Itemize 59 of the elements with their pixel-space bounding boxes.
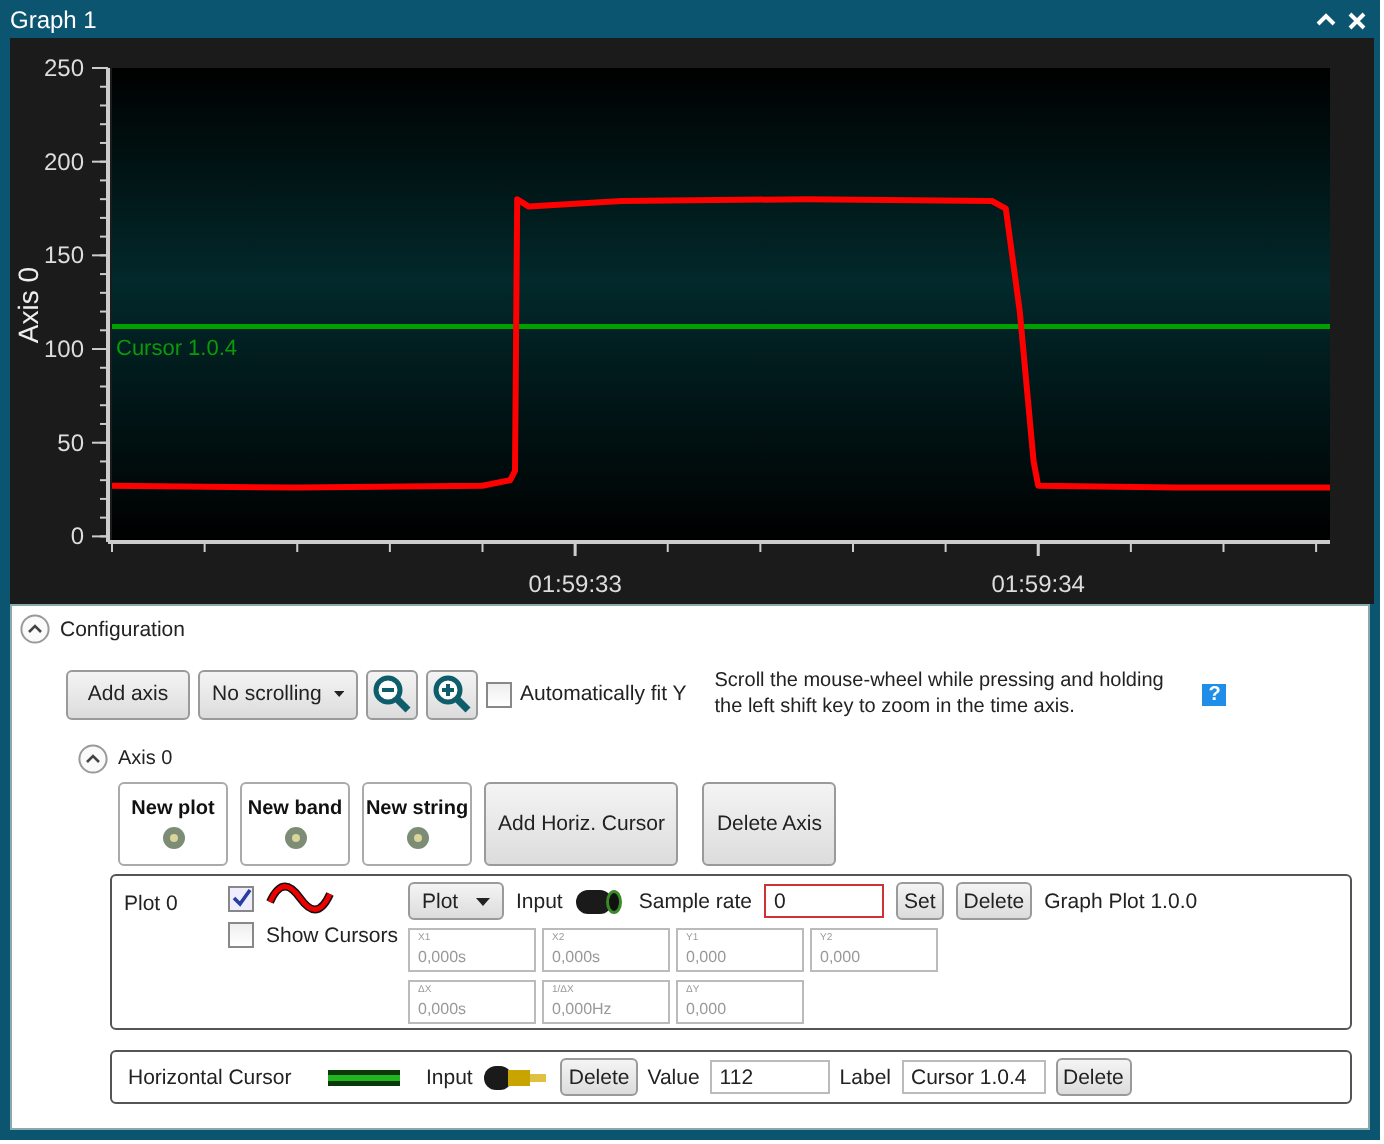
checkbox-label: Automatically fit Y <box>520 682 687 706</box>
y-tick-label: 100 <box>43 335 84 364</box>
section-title: Configuration <box>60 617 185 641</box>
input-label: Input <box>426 1065 473 1089</box>
zoom-out-icon <box>372 674 412 714</box>
delete-button[interactable]: Delete <box>1055 1058 1132 1096</box>
knob-icon <box>283 826 307 850</box>
x-tick-label: 01:59:34 <box>991 570 1085 598</box>
value-label: Value <box>647 1065 700 1089</box>
plot-name: Plot 0 <box>124 890 180 920</box>
connector-icon[interactable] <box>574 885 627 917</box>
y-tick-label: 0 <box>70 522 84 551</box>
y-tick-label: 50 <box>57 428 84 457</box>
sample-rate-field[interactable]: 0 <box>763 884 884 918</box>
add-axis-button[interactable]: Add axis <box>66 669 190 719</box>
cursor-name: Horizontal Cursor <box>128 1065 294 1089</box>
y-tick-label: 200 <box>43 147 84 176</box>
jack-plug-icon[interactable] <box>482 1061 551 1093</box>
window-title: Graph 1 <box>10 6 99 34</box>
zoom-out-button[interactable] <box>366 669 418 719</box>
caret-icon <box>476 897 490 905</box>
set-button[interactable]: Set <box>895 882 944 920</box>
checkbox[interactable] <box>486 681 512 707</box>
add-cursor-button[interactable]: Add Horiz. Cursor <box>484 782 679 866</box>
delete-button[interactable]: Delete <box>955 882 1033 920</box>
hint-text: Scroll the mouse-wheel while pressing and holding the left shift key to zoom in the time axis. <box>714 668 1166 720</box>
scroll-mode-dropdown[interactable]: No scrolling <box>198 669 358 719</box>
zoom-in-button[interactable] <box>426 669 478 719</box>
line-style-icon <box>328 1069 400 1085</box>
knob-icon <box>161 826 185 850</box>
delete-button[interactable]: Delete <box>560 1058 638 1096</box>
caret-icon <box>333 690 344 698</box>
new-item-button[interactable]: New band <box>240 782 350 866</box>
label-field[interactable]: Cursor 1.0.4 <box>901 1060 1045 1094</box>
label-label: Label <box>839 1065 891 1089</box>
x-tick-label: 01:59:33 <box>528 570 622 598</box>
wave-icon <box>266 882 334 914</box>
y-tick-label: 250 <box>43 54 84 82</box>
section-title: Axis 0 <box>118 748 173 770</box>
new-item-button[interactable]: New plot <box>118 782 228 866</box>
cursor-label: Cursor 1.0.4 <box>116 336 238 361</box>
knob-icon <box>405 826 429 850</box>
zoom-in-icon <box>432 674 472 714</box>
collapse-icon[interactable] <box>20 614 50 644</box>
value-field[interactable]: 112 <box>709 1060 830 1094</box>
cursor-line[interactable] <box>112 324 1330 330</box>
input-label: Input <box>516 889 563 913</box>
y-axis-title: Axis 0 <box>12 266 44 344</box>
y-tick-label: 150 <box>43 241 84 270</box>
checkbox-label: Show Cursors <box>266 923 398 947</box>
plot-type-dropdown[interactable]: Plot <box>408 882 504 920</box>
new-item-button[interactable]: New string <box>362 782 472 866</box>
collapse-icon[interactable] <box>78 744 108 774</box>
sample-rate-label: Sample rate <box>638 889 752 913</box>
delete-axis-button[interactable]: Delete Axis <box>702 782 836 866</box>
checkbox[interactable] <box>228 922 254 948</box>
plot-title: Graph Plot 1.0.0 <box>1044 889 1198 913</box>
close-icon[interactable] <box>1348 11 1366 29</box>
checkbox[interactable] <box>228 885 254 911</box>
